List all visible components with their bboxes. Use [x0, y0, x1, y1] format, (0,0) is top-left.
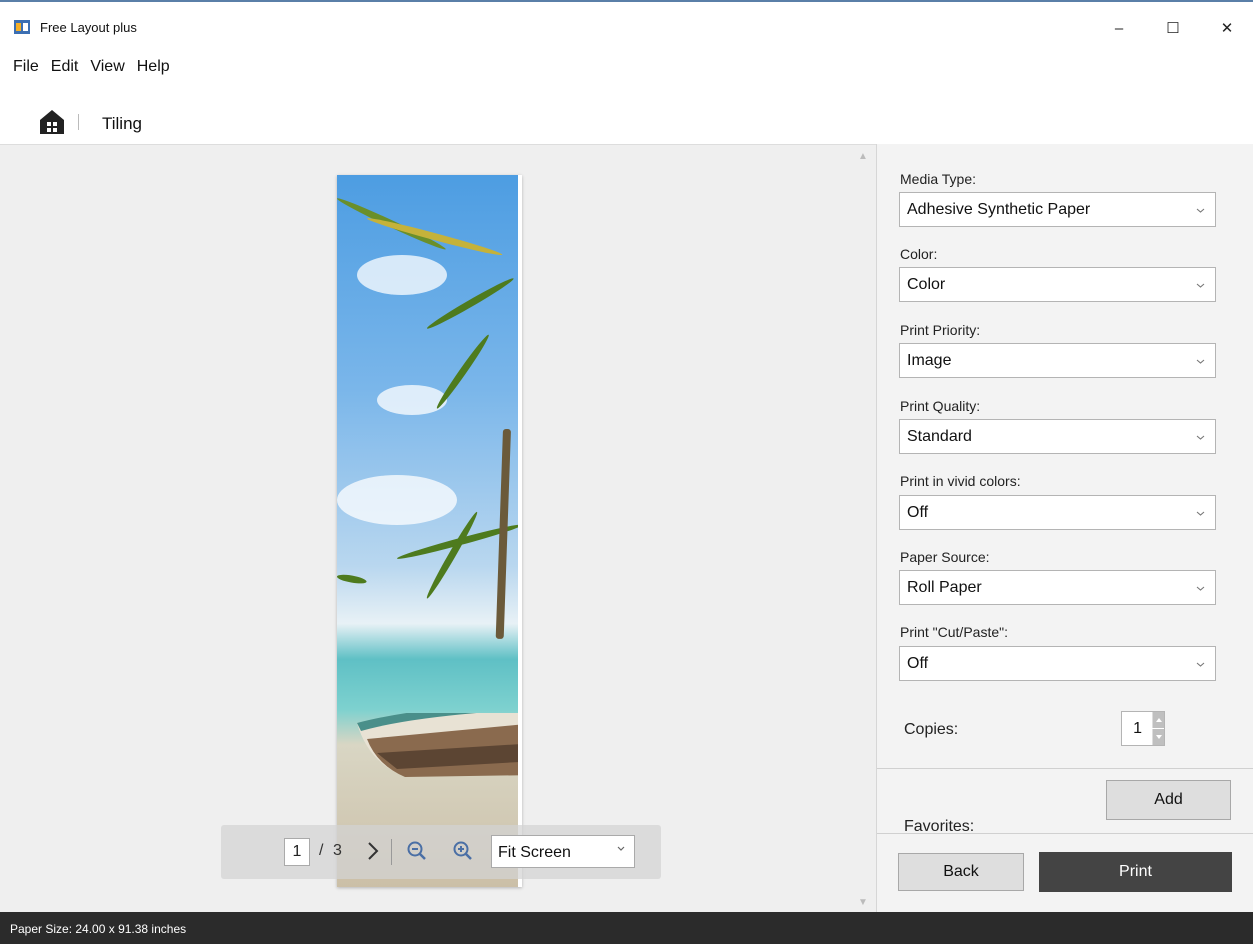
increment-icon[interactable]: [1152, 712, 1164, 728]
menu-help[interactable]: Help: [137, 52, 182, 82]
media-type-select[interactable]: Adhesive Synthetic Paper: [899, 192, 1216, 227]
zoom-value: Fit Screen: [498, 844, 571, 861]
color-label: Color:: [900, 246, 938, 262]
home-icon[interactable]: [38, 108, 66, 136]
cloud-shape: [377, 385, 447, 415]
zoom-out-icon[interactable]: [407, 841, 427, 861]
vivid-colors-value: Off: [907, 504, 929, 521]
preview-area: ▲ ▼ 1 / 3 Fit Screen: [0, 144, 876, 912]
title-bar: Free Layout plus – ☐ ✕: [0, 0, 1253, 48]
print-quality-value: Standard: [907, 428, 972, 445]
print-priority-value: Image: [907, 352, 952, 369]
scroll-up-arrow[interactable]: ▲: [858, 151, 868, 162]
close-button[interactable]: ✕: [1204, 12, 1250, 44]
page-separator: /: [319, 842, 324, 859]
menu-bar: File Edit View Help: [0, 52, 182, 82]
cut-paste-label: Print "Cut/Paste":: [900, 624, 1008, 640]
back-button[interactable]: Back: [898, 853, 1024, 891]
copies-label: Copies:: [904, 721, 959, 738]
print-button[interactable]: Print: [1039, 852, 1232, 892]
menu-edit[interactable]: Edit: [51, 52, 91, 82]
scroll-down-arrow[interactable]: ▼: [858, 897, 868, 908]
color-select[interactable]: Color: [899, 267, 1216, 302]
app-icon: [14, 20, 30, 34]
page-preview-image: [337, 175, 522, 887]
next-page-icon[interactable]: [365, 839, 381, 863]
divider: [877, 833, 1253, 834]
vivid-colors-label: Print in vivid colors:: [900, 473, 1021, 489]
palm-frond: [337, 573, 368, 586]
zoom-in-icon[interactable]: [453, 841, 473, 861]
page-number-input[interactable]: 1: [284, 838, 310, 866]
minimize-button[interactable]: –: [1096, 12, 1142, 44]
copies-stepper[interactable]: 1: [1121, 711, 1165, 746]
paper-source-value: Roll Paper: [907, 579, 982, 596]
print-quality-label: Print Quality:: [900, 398, 981, 414]
preview-nav-toolbar: 1 / 3 Fit Screen: [221, 825, 661, 879]
chevron-down-icon: [1196, 283, 1205, 288]
cut-paste-select[interactable]: Off: [899, 646, 1216, 681]
chevron-down-icon: [1196, 359, 1205, 364]
menu-file[interactable]: File: [0, 52, 51, 82]
print-settings-panel: Media Type: Adhesive Synthetic Paper Col…: [876, 144, 1253, 912]
vivid-colors-select[interactable]: Off: [899, 495, 1216, 530]
cloud-shape: [357, 255, 447, 295]
print-quality-select[interactable]: Standard: [899, 419, 1216, 454]
palm-frond: [434, 332, 492, 411]
chevron-down-icon: [1196, 662, 1205, 667]
copies-value: 1: [1133, 720, 1142, 737]
color-value: Color: [907, 276, 946, 293]
media-type-value: Adhesive Synthetic Paper: [907, 201, 1091, 218]
add-favorite-button[interactable]: Add: [1106, 780, 1231, 820]
chevron-down-icon: [1196, 208, 1205, 213]
page-total: 3: [333, 842, 342, 859]
cloud-shape: [337, 475, 457, 525]
boat-illustration: [357, 713, 522, 777]
print-priority-select[interactable]: Image: [899, 343, 1216, 378]
divider: [877, 768, 1253, 769]
chevron-down-icon: [1196, 435, 1205, 440]
paper-size-status: Paper Size: 24.00 x 91.38 inches: [10, 922, 187, 936]
breadcrumb-tiling: Tiling: [102, 114, 142, 133]
chevron-down-icon: [1196, 511, 1205, 516]
breadcrumb-separator: [78, 114, 79, 130]
chevron-down-icon: [617, 846, 625, 851]
media-type-label: Media Type:: [900, 171, 977, 187]
status-bar: Paper Size: 24.00 x 91.38 inches: [0, 912, 1253, 944]
cut-paste-value: Off: [907, 655, 929, 672]
menu-view[interactable]: View: [90, 52, 136, 82]
app-title: Free Layout plus: [40, 20, 137, 35]
toolbar-divider: [391, 839, 392, 865]
maximize-button[interactable]: ☐: [1150, 12, 1196, 44]
chevron-down-icon: [1196, 586, 1205, 591]
paper-source-label: Paper Source:: [900, 549, 990, 565]
palm-frond: [423, 510, 481, 601]
zoom-dropdown[interactable]: Fit Screen: [491, 835, 635, 868]
paper-source-select[interactable]: Roll Paper: [899, 570, 1216, 605]
print-priority-label: Print Priority:: [900, 322, 981, 338]
palm-frond: [366, 215, 504, 259]
decrement-icon[interactable]: [1152, 729, 1164, 745]
